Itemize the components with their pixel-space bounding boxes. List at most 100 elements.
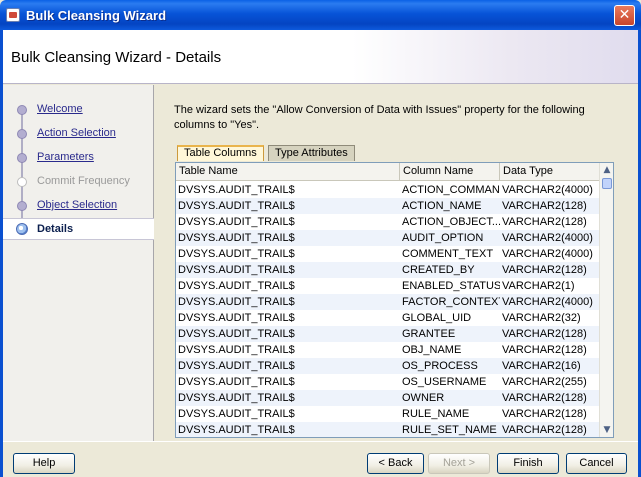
cell-table-name: DVSYS.AUDIT_TRAIL$ xyxy=(178,328,295,340)
cell-column-name: OWNER xyxy=(402,392,445,404)
cell-column-name: GRANTEE xyxy=(402,328,456,340)
cell-column-name: AUDIT_OPTION xyxy=(402,232,484,244)
nav-step-label[interactable]: Welcome xyxy=(37,103,83,115)
table-row[interactable]: DVSYS.AUDIT_TRAIL$ OS_USERNAME VARCHAR2(25… xyxy=(176,374,600,390)
column-header-column-name[interactable]: Column Name xyxy=(400,163,500,181)
nav-step-label[interactable]: Object Selection xyxy=(37,199,117,211)
cell-data-type: VARCHAR2(255) xyxy=(502,376,587,388)
close-icon[interactable]: ✕ xyxy=(614,5,635,26)
page-title: Bulk Cleansing Wizard - Details xyxy=(11,49,222,66)
table-row[interactable]: DVSYS.AUDIT_TRAIL$ RULE_SET_NAME VARCHAR2(… xyxy=(176,422,600,437)
cell-data-type: VARCHAR2(32) xyxy=(502,312,581,324)
cell-table-name: DVSYS.AUDIT_TRAIL$ xyxy=(178,232,295,244)
table-row[interactable]: DVSYS.AUDIT_TRAIL$ FACTOR_CONTEXT VARCHAR2… xyxy=(176,294,600,310)
cell-table-name: DVSYS.AUDIT_TRAIL$ xyxy=(178,296,295,308)
nav-step-label[interactable]: Action Selection xyxy=(37,127,116,139)
step-dot-icon xyxy=(17,153,27,163)
help-button[interactable]: Help xyxy=(13,453,75,474)
cell-data-type: VARCHAR2(128) xyxy=(502,344,587,356)
table-row[interactable]: DVSYS.AUDIT_TRAIL$ GLOBAL_UID VARCHAR2(32) xyxy=(176,310,600,326)
wizard-header: Bulk Cleansing Wizard - Details xyxy=(3,30,638,84)
tab-type-attributes[interactable]: Type Attributes xyxy=(268,145,355,161)
cell-column-name: GLOBAL_UID xyxy=(402,312,472,324)
nav-step-label[interactable]: Parameters xyxy=(37,151,94,163)
nav-step-action-selection[interactable]: Action Selection xyxy=(3,123,154,145)
cell-data-type: VARCHAR2(4000) xyxy=(502,296,593,308)
step-dot-icon xyxy=(17,129,27,139)
cell-data-type: VARCHAR2(128) xyxy=(502,200,587,212)
cell-table-name: DVSYS.AUDIT_TRAIL$ xyxy=(178,264,295,276)
next-button: Next > xyxy=(428,453,490,474)
vertical-scrollbar[interactable]: ▲ ▼ xyxy=(599,163,613,437)
description-text: The wizard sets the "Allow Conversion of… xyxy=(174,104,585,131)
cell-table-name: DVSYS.AUDIT_TRAIL$ xyxy=(178,216,295,228)
nav-step-label: Commit Frequency xyxy=(37,175,130,187)
cell-data-type: VARCHAR2(128) xyxy=(502,408,587,420)
cell-data-type: VARCHAR2(1) xyxy=(502,280,575,292)
scroll-thumb[interactable] xyxy=(602,178,612,189)
table-row[interactable]: DVSYS.AUDIT_TRAIL$ ENABLED_STATUS VARCHAR2… xyxy=(176,278,600,294)
cancel-button[interactable]: Cancel xyxy=(566,453,627,474)
scroll-up-icon[interactable]: ▲ xyxy=(601,164,613,176)
cell-table-name: DVSYS.AUDIT_TRAIL$ xyxy=(178,200,295,212)
cell-data-type: VARCHAR2(4000) xyxy=(502,232,593,244)
window-title-bar: Bulk Cleansing Wizard ✕ xyxy=(0,0,641,30)
table-row[interactable]: DVSYS.AUDIT_TRAIL$ ACTION_OBJECT... VARCHA… xyxy=(176,214,600,230)
nav-step-label: Details xyxy=(37,223,74,235)
cell-column-name: ACTION_NAME xyxy=(402,200,482,212)
cell-table-name: DVSYS.AUDIT_TRAIL$ xyxy=(178,376,295,388)
scroll-down-icon[interactable]: ▼ xyxy=(601,424,613,436)
cell-table-name: DVSYS.AUDIT_TRAIL$ xyxy=(178,248,295,260)
table-row[interactable]: DVSYS.AUDIT_TRAIL$ OWNER VARCHAR2(128) xyxy=(176,390,600,406)
columns-table[interactable]: Table Name Column Name Data Type DVSYS.A… xyxy=(175,162,614,438)
table-row[interactable]: DVSYS.AUDIT_TRAIL$ OS_PROCESS VARCHAR2(16) xyxy=(176,358,600,374)
nav-step-welcome[interactable]: Welcome xyxy=(3,99,154,121)
cell-column-name: CREATED_BY xyxy=(402,264,475,276)
column-header-table-name[interactable]: Table Name xyxy=(176,163,400,181)
cell-column-name: OBJ_NAME xyxy=(402,344,462,356)
cell-column-name: FACTOR_CONTEXT xyxy=(402,296,500,308)
current-step-icon xyxy=(16,223,28,235)
cell-data-type: VARCHAR2(128) xyxy=(502,216,587,228)
cell-table-name: DVSYS.AUDIT_TRAIL$ xyxy=(178,424,295,436)
wizard-step-nav: Welcome Action Selection Parameters Comm… xyxy=(3,85,154,441)
nav-step-commit-frequency: Commit Frequency xyxy=(3,171,154,193)
step-dot-icon xyxy=(17,177,27,187)
table-row[interactable]: DVSYS.AUDIT_TRAIL$ ACTION_COMMAND VARCHAR2… xyxy=(176,182,600,198)
step-dot-icon xyxy=(17,105,27,115)
cell-column-name: ENABLED_STATUS xyxy=(402,280,500,292)
tab-table-columns[interactable]: Table Columns xyxy=(177,145,264,161)
table-row[interactable]: DVSYS.AUDIT_TRAIL$ CREATED_BY VARCHAR2(128… xyxy=(176,262,600,278)
table-row[interactable]: DVSYS.AUDIT_TRAIL$ AUDIT_OPTION VARCHAR2(4… xyxy=(176,230,600,246)
nav-step-details[interactable]: Details xyxy=(3,218,154,240)
back-button[interactable]: < Back xyxy=(367,453,424,474)
cell-column-name: OS_USERNAME xyxy=(402,376,487,388)
app-icon xyxy=(6,8,20,22)
step-dot-icon xyxy=(17,201,27,211)
cell-data-type: VARCHAR2(16) xyxy=(502,360,581,372)
cell-data-type: VARCHAR2(128) xyxy=(502,424,587,436)
table-body: DVSYS.AUDIT_TRAIL$ ACTION_COMMAND VARCHAR2… xyxy=(176,182,600,437)
nav-step-parameters[interactable]: Parameters xyxy=(3,147,154,169)
nav-step-object-selection[interactable]: Object Selection xyxy=(3,195,154,217)
column-header-data-type[interactable]: Data Type xyxy=(500,163,600,181)
cell-data-type: VARCHAR2(128) xyxy=(502,392,587,404)
cell-data-type: VARCHAR2(128) xyxy=(502,328,587,340)
table-row[interactable]: DVSYS.AUDIT_TRAIL$ COMMENT_TEXT VARCHAR2(4… xyxy=(176,246,600,262)
window-title: Bulk Cleansing Wizard xyxy=(26,8,167,23)
table-header: Table Name Column Name Data Type xyxy=(176,163,600,181)
table-row[interactable]: DVSYS.AUDIT_TRAIL$ ACTION_NAME VARCHAR2(12… xyxy=(176,198,600,214)
cell-table-name: DVSYS.AUDIT_TRAIL$ xyxy=(178,360,295,372)
cell-data-type: VARCHAR2(4000) xyxy=(502,184,593,196)
cell-column-name: ACTION_COMMAND xyxy=(402,184,500,196)
table-row[interactable]: DVSYS.AUDIT_TRAIL$ OBJ_NAME VARCHAR2(128) xyxy=(176,342,600,358)
cell-column-name: OS_PROCESS xyxy=(402,360,478,372)
cell-table-name: DVSYS.AUDIT_TRAIL$ xyxy=(178,184,295,196)
main-panel: The wizard sets the "Allow Conversion of… xyxy=(155,85,638,441)
finish-button[interactable]: Finish xyxy=(497,453,559,474)
table-row[interactable]: DVSYS.AUDIT_TRAIL$ RULE_NAME VARCHAR2(128) xyxy=(176,406,600,422)
cell-table-name: DVSYS.AUDIT_TRAIL$ xyxy=(178,408,295,420)
cell-table-name: DVSYS.AUDIT_TRAIL$ xyxy=(178,344,295,356)
table-row[interactable]: DVSYS.AUDIT_TRAIL$ GRANTEE VARCHAR2(128) xyxy=(176,326,600,342)
cell-column-name: COMMENT_TEXT xyxy=(402,248,494,260)
